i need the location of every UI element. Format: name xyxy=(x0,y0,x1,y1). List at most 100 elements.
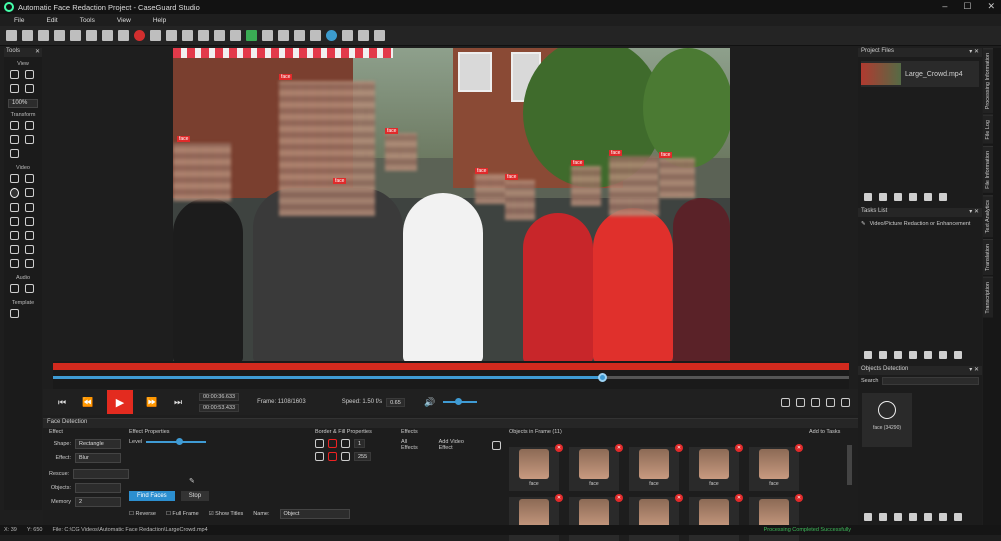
object-thumb[interactable]: ✕ face xyxy=(689,444,743,491)
rewind-icon[interactable]: ⏪ xyxy=(81,397,95,407)
skip-start-icon[interactable]: ⏮ xyxy=(55,397,69,407)
crop-icon[interactable] xyxy=(25,231,34,240)
color-icon[interactable] xyxy=(10,231,19,240)
rotate-right-icon[interactable] xyxy=(25,121,34,130)
maximize-icon[interactable]: ☐ xyxy=(963,1,971,12)
sync-icon[interactable] xyxy=(939,513,947,521)
camera-icon[interactable] xyxy=(10,245,19,254)
effect-select[interactable]: Blur xyxy=(75,453,121,463)
all-effects-label[interactable]: All Effects xyxy=(401,439,425,451)
flip-icon[interactable] xyxy=(10,135,19,144)
uncheck-icon[interactable] xyxy=(879,513,887,521)
object-card[interactable]: face (34290) xyxy=(862,393,912,447)
project-file-item[interactable]: Large_Crowd.mp4 xyxy=(861,61,979,87)
video-preview[interactable]: face face face face face face face face … xyxy=(173,48,730,361)
add-video-effect-button[interactable]: Add Video Effect xyxy=(439,439,479,451)
folder-icon[interactable] xyxy=(924,193,932,201)
tab-file-log[interactable]: File Log xyxy=(983,115,993,144)
level-slider[interactable] xyxy=(146,438,207,445)
check-icon[interactable] xyxy=(864,513,872,521)
trash-icon[interactable] xyxy=(924,513,932,521)
panel-close-icon[interactable]: ✕ xyxy=(35,48,40,57)
pan-icon[interactable] xyxy=(25,70,34,79)
record-icon[interactable] xyxy=(134,30,145,41)
swap-icon[interactable] xyxy=(10,149,19,158)
scissors-icon[interactable] xyxy=(25,217,34,226)
merge-icon[interactable] xyxy=(894,513,902,521)
tab-text-analytics[interactable]: Text Analytics xyxy=(983,194,993,238)
fit-icon[interactable] xyxy=(10,259,19,268)
remove-object-icon[interactable]: ✕ xyxy=(555,444,563,452)
rotate-left-icon[interactable] xyxy=(10,121,19,130)
volume-icon[interactable]: 🔊 xyxy=(423,397,437,407)
translate-icon[interactable] xyxy=(230,30,241,41)
next-frame-icon[interactable] xyxy=(796,397,805,407)
remove-object-icon[interactable]: ✕ xyxy=(615,494,623,502)
add-to-tasks-button[interactable]: Add to Tasks xyxy=(809,429,840,435)
panel-pin-icon[interactable]: ▾ ✕ xyxy=(969,208,979,217)
clock-icon[interactable] xyxy=(214,30,225,41)
rescue-select[interactable] xyxy=(73,469,129,479)
add-effect-icon[interactable] xyxy=(492,440,502,450)
memory-input[interactable]: 2 xyxy=(75,497,121,507)
play-button[interactable]: ▶ xyxy=(107,390,133,414)
delete-task-icon[interactable] xyxy=(924,351,932,359)
save-icon[interactable] xyxy=(150,30,161,41)
remove-object-icon[interactable]: ✕ xyxy=(795,494,803,502)
timeline[interactable] xyxy=(53,361,849,389)
find-faces-button[interactable]: Find Faces xyxy=(129,491,175,501)
info-icon[interactable] xyxy=(326,30,337,41)
settings-icon[interactable] xyxy=(198,30,209,41)
object-thumb[interactable]: ✕ face xyxy=(749,444,803,491)
snapshot-frame-icon[interactable] xyxy=(841,397,850,407)
magic-icon[interactable] xyxy=(10,217,19,226)
remove-object-icon[interactable]: ✕ xyxy=(615,444,623,452)
remove-object-icon[interactable]: ✕ xyxy=(735,444,743,452)
history-task-icon[interactable] xyxy=(909,351,917,359)
speaker-icon[interactable] xyxy=(25,284,34,293)
speed-value-input[interactable]: 0.65 xyxy=(386,397,405,407)
print-icon[interactable] xyxy=(70,30,81,41)
tab-transcription[interactable]: Transcription xyxy=(983,277,993,318)
copy-frame-icon[interactable] xyxy=(826,397,835,407)
border-checkbox[interactable] xyxy=(315,439,324,448)
person-track-icon[interactable] xyxy=(25,188,34,197)
clip-icon[interactable] xyxy=(102,30,113,41)
expand-icon[interactable] xyxy=(954,513,962,521)
border-width-input[interactable]: 1 xyxy=(354,439,366,448)
show-titles-checkbox[interactable]: ☑ Show Titles xyxy=(209,511,244,517)
history-icon[interactable] xyxy=(182,30,193,41)
border-width-icon[interactable] xyxy=(341,439,350,448)
menu-tools[interactable]: Tools xyxy=(80,17,95,24)
skip-end-icon[interactable]: ⏭ xyxy=(171,397,185,407)
objects-scrollbar[interactable] xyxy=(847,445,852,485)
add-file-icon[interactable] xyxy=(864,193,872,201)
refresh-files-icon[interactable] xyxy=(894,193,902,201)
playback-remaining[interactable] xyxy=(605,376,849,379)
copy-icon[interactable] xyxy=(86,30,97,41)
shape-select[interactable]: Rectangle xyxy=(75,439,121,449)
close-icon[interactable]: ✕ xyxy=(987,1,995,12)
minimize-icon[interactable]: – xyxy=(942,1,947,12)
panel-pin-icon[interactable]: ▾ ✕ xyxy=(969,48,979,57)
pointer-icon[interactable] xyxy=(10,70,19,79)
face-detect-icon[interactable] xyxy=(10,188,19,198)
new-file-icon[interactable] xyxy=(22,30,33,41)
stop-button[interactable]: Stop xyxy=(180,491,210,501)
template-icon[interactable] xyxy=(10,309,19,318)
plate-icon[interactable] xyxy=(10,203,19,212)
image-icon[interactable] xyxy=(38,30,49,41)
tab-processing-information[interactable]: Processing Information xyxy=(983,48,993,114)
remove-object-icon[interactable]: ✕ xyxy=(555,494,563,502)
fill-color-icon[interactable] xyxy=(328,452,337,461)
audio-wave-icon[interactable] xyxy=(278,30,289,41)
open-folder-icon[interactable] xyxy=(6,30,17,41)
objects-select[interactable] xyxy=(75,483,121,493)
remove-object-icon[interactable]: ✕ xyxy=(795,444,803,452)
playback-progress[interactable] xyxy=(53,376,605,379)
tag-icon[interactable] xyxy=(294,30,305,41)
bank-icon[interactable] xyxy=(166,30,177,41)
prev-frame-icon[interactable] xyxy=(781,397,790,407)
object-thumb[interactable]: ✕ face xyxy=(509,444,563,491)
name-input[interactable]: Object xyxy=(279,509,350,519)
